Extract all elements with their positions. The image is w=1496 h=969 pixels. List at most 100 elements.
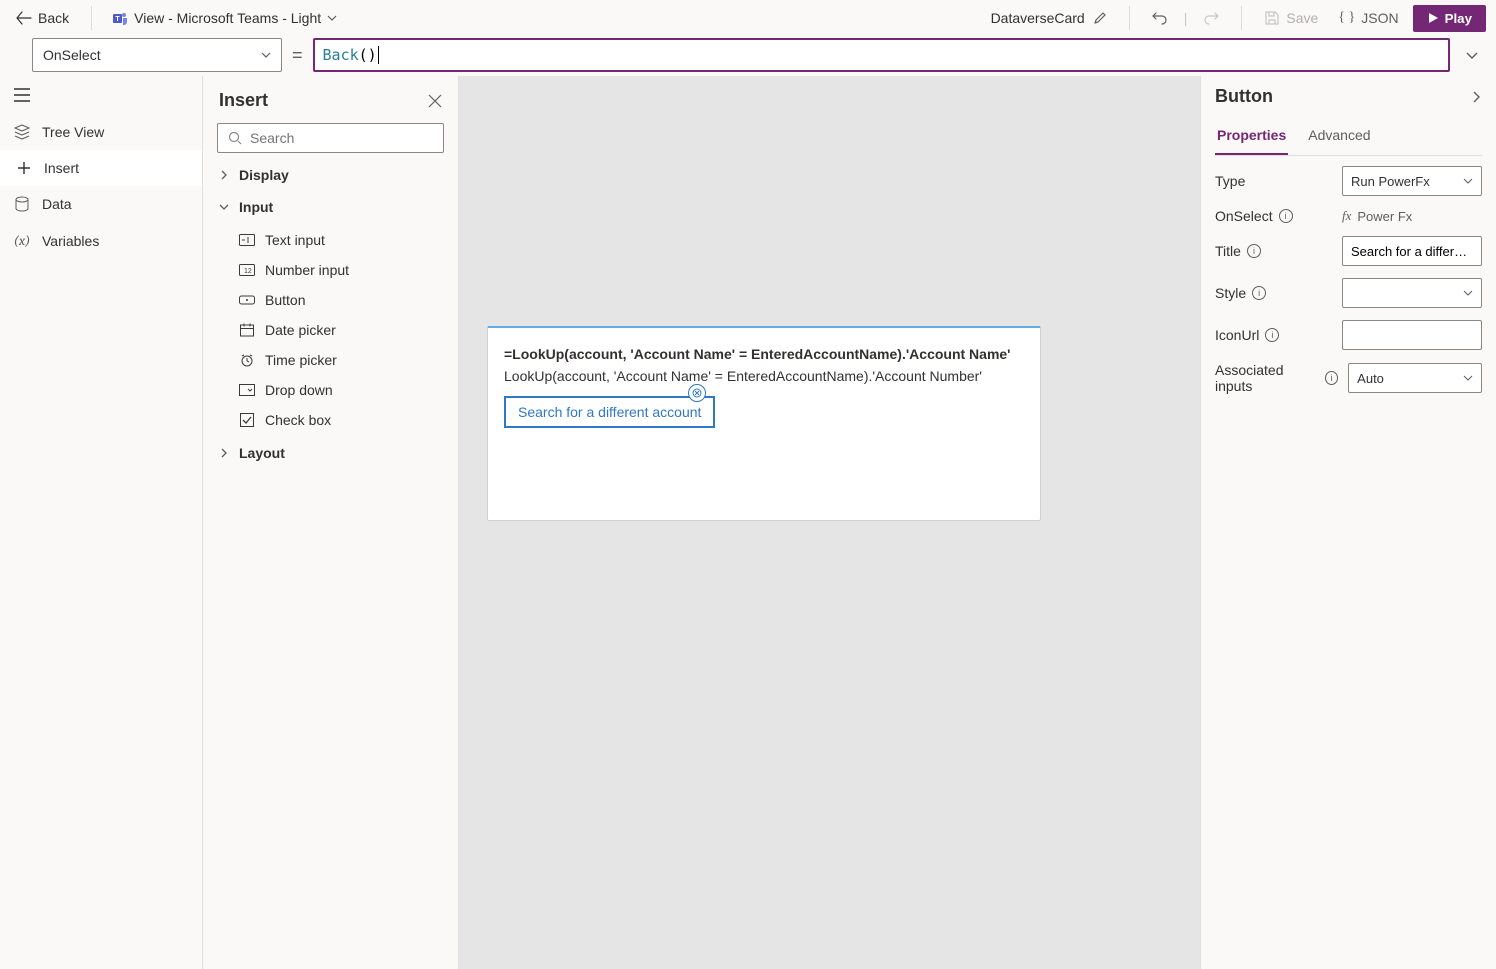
rail-item-tree-view[interactable]: Tree View bbox=[0, 114, 202, 150]
prop-label-onselect: OnSelect i bbox=[1215, 208, 1293, 224]
info-icon[interactable]: i bbox=[1247, 244, 1261, 258]
rail-item-data[interactable]: Data bbox=[0, 186, 202, 222]
back-button[interactable]: Back bbox=[10, 8, 75, 28]
insert-check-box[interactable]: Check box bbox=[203, 405, 458, 435]
prop-iconurl-input[interactable] bbox=[1342, 320, 1482, 350]
document-name-text: DataverseCard bbox=[991, 10, 1085, 26]
checkbox-icon bbox=[239, 413, 255, 427]
arrow-left-icon bbox=[16, 11, 32, 25]
chevron-down-icon bbox=[327, 13, 337, 23]
card-preview[interactable]: =LookUp(account, 'Account Name' = Entere… bbox=[487, 326, 1041, 521]
top-bar: Back T View - Microsoft Teams - Light Da… bbox=[0, 0, 1496, 36]
rail-item-insert[interactable]: Insert bbox=[0, 150, 202, 186]
prop-associated-value: Auto bbox=[1357, 371, 1384, 386]
group-label: Input bbox=[239, 199, 273, 215]
deselect-handle-icon[interactable] bbox=[688, 384, 706, 402]
insert-item-label: Drop down bbox=[265, 382, 333, 398]
insert-text-input[interactable]: Text input bbox=[203, 225, 458, 255]
properties-tabs: Properties Advanced bbox=[1215, 119, 1482, 156]
edit-icon bbox=[1093, 11, 1107, 25]
redo-button bbox=[1197, 6, 1225, 30]
group-display[interactable]: Display bbox=[203, 159, 458, 191]
formula-bar: OnSelect = Back() bbox=[0, 36, 1496, 76]
insert-item-label: Time picker bbox=[265, 352, 337, 368]
prop-type-select[interactable]: Run PowerFx bbox=[1342, 166, 1482, 196]
card-search-button[interactable]: Search for a different account bbox=[504, 396, 715, 428]
undo-button[interactable] bbox=[1146, 6, 1174, 30]
card-text-line-2: LookUp(account, 'Account Name' = Entered… bbox=[504, 368, 1024, 384]
braces-icon: { } bbox=[1338, 10, 1355, 26]
svg-text:T: T bbox=[115, 16, 120, 23]
info-icon[interactable]: i bbox=[1325, 371, 1338, 385]
divider: | bbox=[1182, 10, 1190, 26]
divider bbox=[1129, 6, 1130, 30]
rail-item-label: Variables bbox=[42, 233, 99, 249]
chevron-right-icon[interactable] bbox=[1470, 91, 1482, 103]
play-button[interactable]: Play bbox=[1413, 5, 1486, 32]
group-input-items: Text input 12 Number input Button Date p… bbox=[203, 223, 458, 437]
prop-row-iconurl: IconUrl i bbox=[1215, 320, 1482, 350]
info-icon[interactable]: i bbox=[1265, 328, 1279, 342]
formula-expand-button[interactable] bbox=[1458, 38, 1486, 72]
insert-item-label: Check box bbox=[265, 412, 331, 428]
hamburger-button[interactable] bbox=[0, 76, 202, 114]
rail-item-label: Insert bbox=[44, 160, 79, 176]
prop-label-type: Type bbox=[1215, 173, 1245, 189]
topbar-left-group: Back T View - Microsoft Teams - Light bbox=[10, 6, 341, 30]
card-text-line-1: =LookUp(account, 'Account Name' = Entere… bbox=[504, 346, 1024, 362]
calendar-icon bbox=[239, 323, 255, 337]
play-label: Play bbox=[1445, 11, 1472, 26]
chevron-down-icon bbox=[219, 202, 231, 212]
insert-button[interactable]: Button bbox=[203, 285, 458, 315]
left-rail: Tree View Insert Data (x) Variables bbox=[0, 76, 203, 969]
insert-item-label: Button bbox=[265, 292, 305, 308]
save-icon bbox=[1264, 10, 1280, 26]
text-cursor bbox=[378, 46, 379, 64]
document-name[interactable]: DataverseCard bbox=[985, 8, 1113, 28]
property-selector-value: OnSelect bbox=[43, 47, 101, 63]
insert-search[interactable] bbox=[217, 123, 444, 153]
group-layout[interactable]: Layout bbox=[203, 437, 458, 469]
group-input[interactable]: Input bbox=[203, 191, 458, 223]
formula-args: () bbox=[359, 46, 377, 64]
prop-type-value: Run PowerFx bbox=[1351, 174, 1430, 189]
save-label: Save bbox=[1286, 10, 1318, 26]
insert-drop-down[interactable]: Drop down bbox=[203, 375, 458, 405]
save-button: Save bbox=[1258, 6, 1324, 30]
tab-advanced[interactable]: Advanced bbox=[1306, 119, 1372, 155]
theme-selector[interactable]: T View - Microsoft Teams - Light bbox=[108, 8, 341, 28]
canvas[interactable]: =LookUp(account, 'Account Name' = Entere… bbox=[459, 76, 1200, 969]
property-selector[interactable]: OnSelect bbox=[32, 38, 282, 72]
prop-onselect-value[interactable]: fx Power Fx bbox=[1342, 208, 1482, 224]
plus-icon bbox=[16, 160, 32, 176]
theme-label: View - Microsoft Teams - Light bbox=[134, 10, 321, 26]
info-icon[interactable]: i bbox=[1279, 209, 1293, 223]
search-icon bbox=[228, 131, 242, 145]
prop-style-select[interactable] bbox=[1342, 278, 1482, 308]
layers-icon bbox=[14, 124, 30, 140]
prop-associated-select[interactable]: Auto bbox=[1348, 363, 1482, 393]
properties-panel: Button Properties Advanced Type Run Powe… bbox=[1200, 76, 1496, 969]
chevron-right-icon bbox=[219, 170, 231, 180]
formula-input[interactable]: Back() bbox=[313, 38, 1450, 72]
prop-title-input[interactable] bbox=[1342, 236, 1482, 266]
json-label: JSON bbox=[1361, 10, 1398, 26]
clock-icon bbox=[239, 353, 255, 367]
close-icon[interactable] bbox=[428, 94, 442, 108]
prop-label-text: OnSelect bbox=[1215, 208, 1273, 224]
info-icon[interactable]: i bbox=[1252, 286, 1266, 300]
rail-item-variables[interactable]: (x) Variables bbox=[0, 222, 202, 259]
prop-row-title: Title i bbox=[1215, 236, 1482, 266]
json-button[interactable]: { } JSON bbox=[1332, 6, 1404, 30]
insert-time-picker[interactable]: Time picker bbox=[203, 345, 458, 375]
insert-search-input[interactable] bbox=[250, 130, 433, 146]
insert-date-picker[interactable]: Date picker bbox=[203, 315, 458, 345]
prop-label-text: Associated inputs bbox=[1215, 362, 1319, 394]
prop-row-onselect: OnSelect i fx Power Fx bbox=[1215, 208, 1482, 224]
body: Tree View Insert Data (x) Variables Inse… bbox=[0, 76, 1496, 969]
tab-properties[interactable]: Properties bbox=[1215, 119, 1288, 155]
prop-label-associated: Associated inputs i bbox=[1215, 362, 1338, 394]
prop-label-text: Style bbox=[1215, 285, 1246, 301]
insert-number-input[interactable]: 12 Number input bbox=[203, 255, 458, 285]
prop-label-text: Type bbox=[1215, 173, 1245, 189]
